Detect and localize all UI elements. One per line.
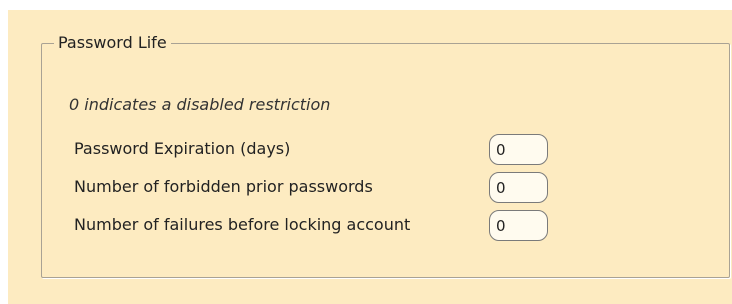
- forbidden-prior-passwords-label: Number of forbidden prior passwords: [74, 177, 373, 196]
- password-expiration-input[interactable]: [489, 134, 548, 165]
- password-expiration-label: Password Expiration (days): [74, 139, 291, 158]
- hint-text: 0 indicates a disabled restriction: [69, 95, 331, 114]
- password-life-group: Password Life 0 indicates a disabled res…: [41, 33, 730, 278]
- failures-before-lock-label: Number of failures before locking accoun…: [74, 215, 411, 234]
- password-life-panel: Password Life 0 indicates a disabled res…: [8, 10, 732, 304]
- forbidden-prior-passwords-input[interactable]: [489, 172, 548, 203]
- group-title: Password Life: [54, 33, 171, 53]
- failures-before-lock-input[interactable]: [489, 210, 548, 241]
